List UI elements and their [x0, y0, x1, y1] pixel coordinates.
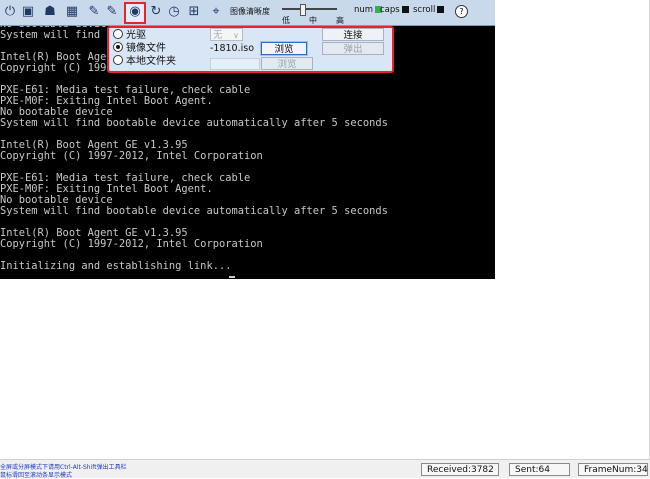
- quality-mid-label: 中: [309, 16, 317, 25]
- drive-select-value: 无: [213, 30, 223, 41]
- radio-local-folder[interactable]: [113, 55, 123, 65]
- scroll-label: scroll: [413, 5, 436, 15]
- refresh-icon[interactable]: ↻: [148, 4, 164, 20]
- power-icon[interactable]: ⏻: [2, 4, 18, 20]
- virtual-media-icon[interactable]: ◉: [124, 2, 146, 24]
- sent-counter: Sent:64: [509, 463, 570, 476]
- caps-indicator: caps: [380, 5, 409, 15]
- num-indicator: num: [354, 5, 383, 15]
- option-local-folder[interactable]: 本地文件夹: [113, 55, 176, 67]
- option-optical-drive-label: 光驱: [126, 30, 146, 41]
- console-cursor: [229, 276, 235, 278]
- mouse-icon[interactable]: ⌖: [208, 4, 224, 20]
- caps-led: [401, 6, 409, 13]
- frame-counter: FrameNum:34: [578, 463, 648, 476]
- quality-low-label: 低: [282, 16, 290, 25]
- browse-folder-button[interactable]: 浏览: [261, 57, 313, 70]
- eject-button[interactable]: 弹出: [322, 42, 384, 55]
- drive-select[interactable]: 无 ∨: [210, 28, 243, 41]
- option-local-folder-label: 本地文件夹: [126, 56, 176, 67]
- quality-slider-thumb[interactable]: [300, 4, 306, 16]
- chevron-down-icon: ∨: [233, 31, 239, 40]
- radio-image-file[interactable]: [113, 42, 123, 52]
- display-icon[interactable]: ▣: [20, 4, 36, 20]
- scroll-indicator: scroll: [413, 5, 445, 15]
- option-image-file[interactable]: 镜像文件: [113, 42, 166, 54]
- edit-icon[interactable]: ✎: [104, 4, 120, 20]
- quality-slider-track[interactable]: [282, 8, 337, 10]
- network-icon[interactable]: ☗: [42, 4, 58, 20]
- status-bar: 全屏或分屏模式下请用Ctrl-Alt-Shift弹出工具栏 鼠标滑回至滚动条显示…: [0, 459, 650, 479]
- mouse-hint-text: 鼠标滑回至滚动条显示模式: [0, 472, 73, 479]
- virtual-media-panel: 光驱 镜像文件 本地文件夹 无 ∨ -1810.iso 浏览 浏览 连接 弹出: [107, 26, 394, 73]
- received-counter: Received:3782: [421, 463, 499, 476]
- windows-icon[interactable]: ⊞: [186, 4, 202, 20]
- iso-path-field[interactable]: -1810.iso: [210, 42, 260, 56]
- radio-optical-drive[interactable]: [113, 29, 123, 39]
- connect-button[interactable]: 连接: [322, 28, 384, 41]
- folder-path-field[interactable]: [210, 58, 260, 70]
- option-image-file-label: 镜像文件: [126, 43, 166, 54]
- settings-icon[interactable]: ✎: [86, 4, 102, 20]
- clock-icon[interactable]: ◷: [166, 4, 182, 20]
- num-label: num: [354, 5, 374, 15]
- help-icon[interactable]: ?: [455, 5, 468, 18]
- quality-high-label: 高: [336, 16, 344, 25]
- option-optical-drive[interactable]: 光驱: [113, 29, 146, 41]
- keyboard-icon[interactable]: ▦: [64, 4, 80, 20]
- caps-label: caps: [380, 5, 400, 15]
- browse-button[interactable]: 浏览: [260, 41, 308, 56]
- kvm-toolbar: ⏻ ▣ ☗ ▦ ✎ ✎ ◉ ↻ ◷ ⊞ ⌖ 图像清晰度 低 中 高 num ca…: [0, 0, 495, 26]
- quality-label: 图像清晰度: [230, 7, 270, 16]
- scroll-led: [437, 6, 445, 13]
